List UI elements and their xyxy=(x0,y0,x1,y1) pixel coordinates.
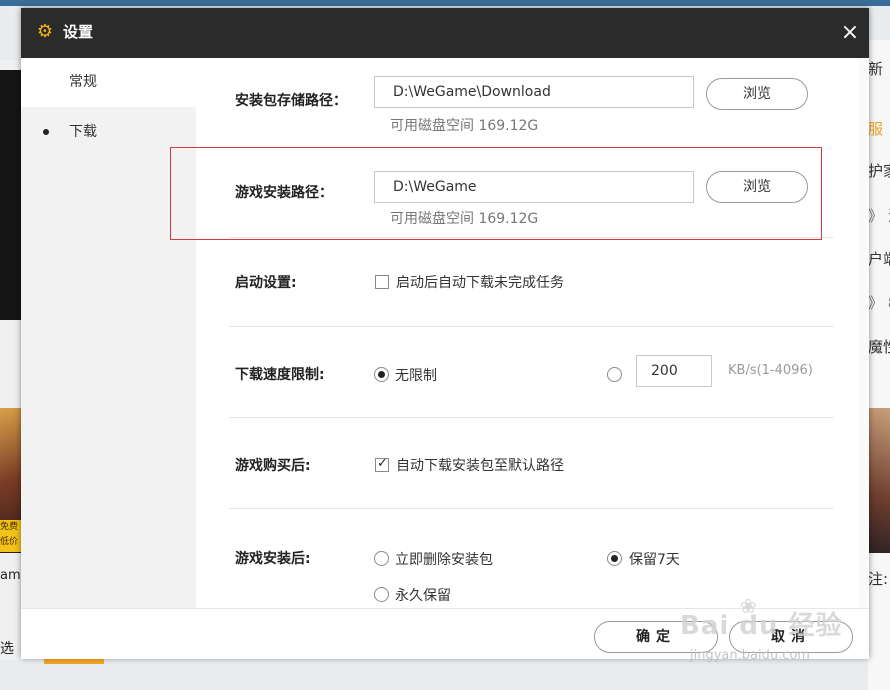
startup-label: 启动设置: xyxy=(235,275,297,291)
after-install-label: 游戏安装后: xyxy=(235,551,311,567)
divider xyxy=(229,326,834,327)
startup-auto-download-checkbox[interactable] xyxy=(375,275,389,289)
after-install-delete-text: 立即删除安装包 xyxy=(395,552,493,568)
background-right-item: 户端 xyxy=(868,250,890,268)
speed-unlimited-text: 无限制 xyxy=(395,368,437,384)
package-browse-button[interactable]: 浏览 xyxy=(706,78,808,110)
speed-limited-radio[interactable] xyxy=(607,367,622,382)
background-right-item: 魔性 xyxy=(868,338,890,356)
purchase-label: 游戏购买后: xyxy=(235,458,311,474)
settings-content: 安装包存储路径： D:\WeGame\Download 浏览 可用磁盘空间 16… xyxy=(196,58,869,608)
after-install-forever-radio[interactable] xyxy=(374,587,389,602)
sidebar-item-label: 下载 xyxy=(69,124,97,140)
background-right-item: 护家 xyxy=(868,162,890,180)
background-game-title: am xyxy=(0,568,21,583)
purchase-auto-download-text: 自动下载安装包至默认路径 xyxy=(396,458,564,474)
divider xyxy=(229,417,834,418)
after-install-delete-radio[interactable] xyxy=(374,551,389,566)
package-path-label: 安装包存储路径： xyxy=(235,93,347,109)
dialog-title: 设置 xyxy=(63,23,94,41)
background-banner-image xyxy=(0,70,22,320)
background-filter-label: 选 xyxy=(0,641,14,657)
watermark-logo: Bai du 经验 xyxy=(680,611,843,641)
background-promo-tag: 免费 低价 xyxy=(0,520,22,552)
sidebar-item-general[interactable]: 常规 xyxy=(21,58,196,107)
purchase-auto-download-checkbox[interactable] xyxy=(375,456,389,472)
after-install-keep7-text: 保留7天 xyxy=(629,552,680,568)
package-path-input[interactable]: D:\WeGame\Download xyxy=(374,76,694,108)
speed-limit-input[interactable]: 200 xyxy=(636,355,712,387)
gear-icon: ⚙ xyxy=(36,21,54,42)
speed-unlimited-radio[interactable] xyxy=(374,367,389,382)
watermark-url: jingyan.baidu.com xyxy=(690,648,810,663)
settings-dialog: ⚙ 设置 × 常规 下载 安装包存储路径： D:\WeGame\Download… xyxy=(21,8,869,659)
background-right-item: 服 xyxy=(868,120,884,138)
speed-limit-label: 下载速度限制: xyxy=(235,367,325,383)
background-app-topbar xyxy=(0,0,890,6)
scrollbar[interactable] xyxy=(859,58,869,608)
settings-sidebar: 常规 下载 xyxy=(21,58,196,608)
startup-auto-download-text: 启动后自动下载未完成任务 xyxy=(396,275,564,291)
background-right-item: 注: xyxy=(868,570,889,588)
background-right-item: 新 xyxy=(868,60,884,78)
divider xyxy=(229,508,834,509)
sidebar-item-label: 常规 xyxy=(69,74,97,90)
active-dot-icon xyxy=(43,129,49,135)
speed-unit: KB/s(1-4096) xyxy=(728,363,813,378)
dialog-titlebar: ⚙ 设置 × xyxy=(21,8,869,58)
after-install-keep7-radio[interactable] xyxy=(607,551,622,566)
highlight-box xyxy=(170,147,822,240)
close-button[interactable]: × xyxy=(837,20,863,46)
after-install-forever-text: 永久保留 xyxy=(395,588,451,604)
background-right-item: 》 消 xyxy=(868,207,890,225)
background-right-item: 》 8 xyxy=(868,294,890,312)
background-game-thumbnail-right xyxy=(868,408,890,553)
package-free-space: 可用磁盘空间 169.12G xyxy=(390,118,539,134)
